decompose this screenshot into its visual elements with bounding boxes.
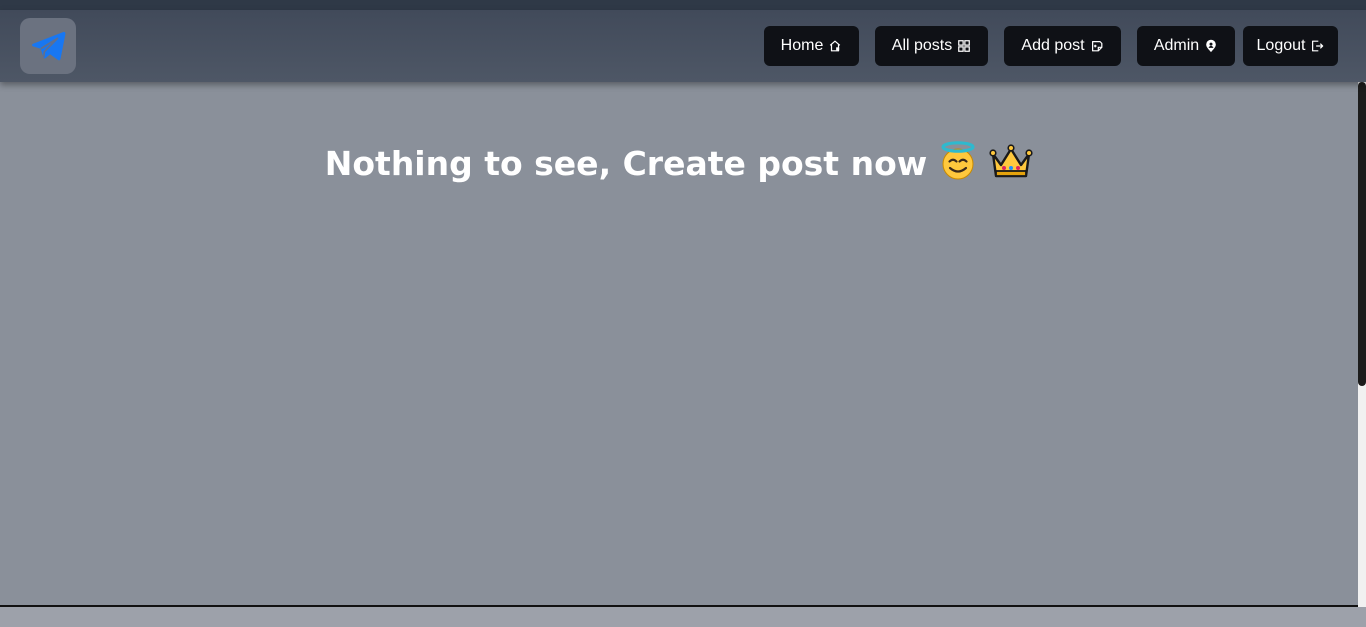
user-pin-icon — [1206, 39, 1216, 53]
home-icon — [830, 40, 841, 52]
empty-state-heading: Nothing to see, Create post now — [0, 139, 1358, 186]
nav-admin-label: Admin — [1153, 37, 1200, 54]
crown-icon — [989, 144, 1033, 178]
grid-icon — [958, 40, 971, 52]
paper-plane-icon — [32, 31, 66, 61]
scrollbar-thumb[interactable] — [1358, 82, 1366, 386]
navbar: Home All posts Add post Admin Logout — [0, 10, 1366, 82]
page-footer-area — [0, 607, 1366, 627]
logout-icon — [1312, 40, 1324, 52]
main-content: Nothing to see, Create post now — [0, 82, 1358, 606]
nav-home-label: Home — [780, 37, 824, 54]
top-strip — [0, 0, 1366, 10]
nav-all-posts-button[interactable]: All posts — [875, 26, 988, 66]
nav-home-button[interactable]: Home — [764, 26, 859, 66]
smiling-face-with-halo-icon — [941, 141, 975, 180]
empty-state-text: Nothing to see, Create post now — [324, 144, 928, 183]
nav-add-post-button[interactable]: Add post — [1004, 26, 1121, 66]
nav-all-posts-label: All posts — [891, 37, 953, 54]
nav-add-post-label: Add post — [1021, 37, 1085, 54]
add-note-icon — [1091, 41, 1103, 52]
nav-admin-button[interactable]: Admin — [1137, 26, 1235, 66]
nav-logout-button[interactable]: Logout — [1243, 26, 1338, 66]
logo[interactable] — [20, 18, 76, 74]
nav-logout-label: Logout — [1256, 37, 1306, 54]
